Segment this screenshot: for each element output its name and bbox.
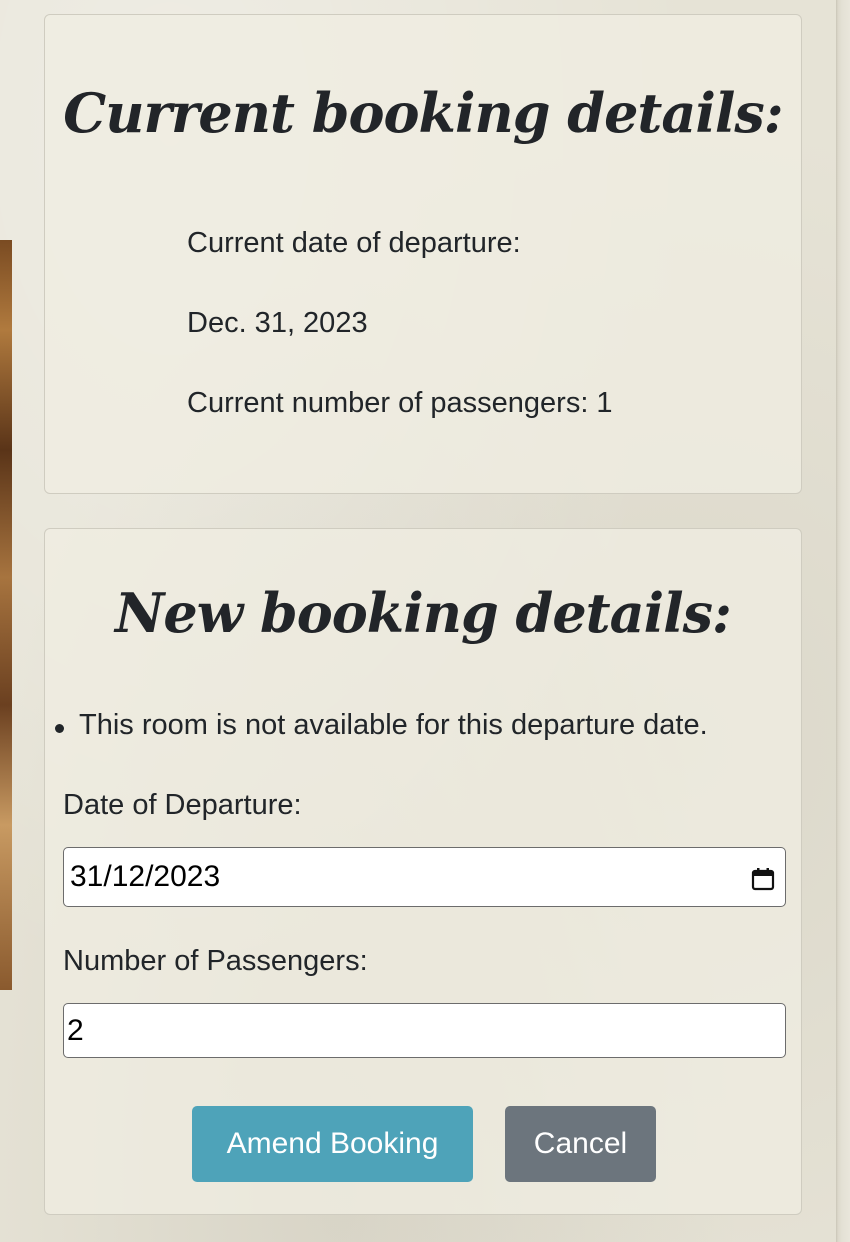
error-message: This room is not available for this depa… — [49, 709, 708, 742]
error-text: This room is not available for this depa… — [79, 709, 708, 741]
departure-date-value[interactable]: 31/12/2023 — [70, 860, 751, 894]
calendar-icon[interactable] — [751, 865, 775, 891]
new-booking-card: New booking details: This room is not av… — [44, 528, 802, 1215]
background-photo — [0, 240, 12, 990]
departure-date-input[interactable]: 31/12/2023 — [63, 847, 786, 907]
amend-booking-button[interactable]: Amend Booking — [192, 1106, 473, 1182]
passengers-value[interactable]: 2 — [67, 1014, 779, 1048]
passengers-label: Number of Passengers: — [63, 945, 368, 977]
cancel-button[interactable]: Cancel — [505, 1106, 656, 1182]
current-booking-title: Current booking details: — [63, 81, 783, 145]
new-booking-title: New booking details: — [115, 581, 732, 645]
departure-date-label: Date of Departure: — [63, 789, 302, 821]
bullet-icon — [55, 724, 64, 733]
current-booking-card: Current booking details: Current date of… — [44, 14, 802, 494]
scrollbar-track[interactable] — [836, 0, 850, 1242]
current-passengers: Current number of passengers: 1 — [187, 387, 613, 419]
current-departure-label: Current date of departure: — [187, 227, 521, 259]
error-list: This room is not available for this depa… — [49, 709, 708, 742]
passengers-input[interactable]: 2 — [63, 1003, 786, 1058]
current-departure-value: Dec. 31, 2023 — [187, 307, 368, 339]
